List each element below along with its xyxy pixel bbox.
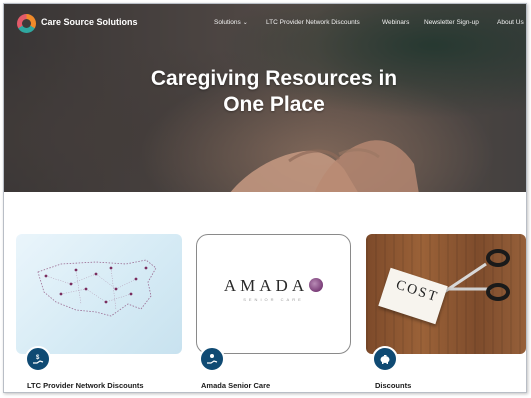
card-title-amada[interactable]: Amada Senior Care (201, 381, 270, 390)
amada-logo-text: AMADA (223, 276, 309, 295)
hero-title-line2: One Place (223, 93, 325, 116)
nav-newsletter-signup[interactable]: Newsletter Sign-up (424, 19, 479, 26)
amada-emblem-icon (309, 278, 324, 292)
brand-name[interactable]: Care Source Solutions (41, 17, 138, 27)
hero-title: Caregiving Resources in One Place (104, 66, 444, 118)
chevron-down-icon: ⌄ (242, 20, 248, 26)
nav-about-us[interactable]: About Us (497, 19, 524, 26)
piggy-bank-icon (372, 346, 398, 372)
nav-solutions[interactable]: Solutions ⌄ (214, 19, 248, 26)
card-title-discounts[interactable]: Discounts (375, 381, 411, 390)
us-network-map-graphic (37, 259, 157, 317)
svg-text:$: $ (36, 355, 40, 361)
person-hand-icon (199, 346, 225, 372)
top-navigation: Care Source Solutions Solutions ⌄ LTC Pro… (4, 4, 526, 38)
ltc-map-image[interactable] (16, 234, 182, 354)
card-title-ltc[interactable]: LTC Provider Network Discounts (27, 381, 144, 390)
dollar-hand-icon: $ (25, 346, 51, 372)
amada-logo: AMADA (197, 276, 350, 296)
browser-frame: Care Source Solutions Solutions ⌄ LTC Pro… (3, 3, 527, 393)
nav-ltc-provider-network-discounts[interactable]: LTC Provider Network Discounts (266, 19, 360, 26)
nav-solutions-label: Solutions (214, 19, 241, 26)
nav-webinars[interactable]: Webinars (382, 19, 409, 26)
amada-logo-subtext: SENIOR CARE (243, 297, 304, 302)
hero-title-line1: Caregiving Resources in (150, 67, 398, 90)
amada-logo-card[interactable]: AMADA SENIOR CARE (196, 234, 351, 354)
brand-logo-icon[interactable] (17, 14, 36, 33)
cost-scissors-image[interactable]: COST (366, 234, 526, 354)
